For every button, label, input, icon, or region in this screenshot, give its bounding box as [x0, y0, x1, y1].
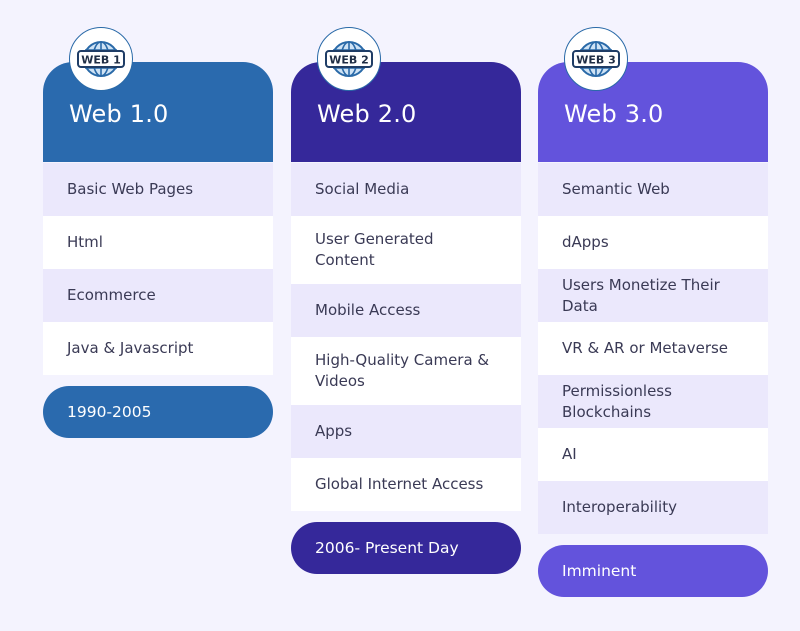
- web1-title: Web 1.0: [69, 100, 169, 128]
- web2-period-pill: 2006- Present Day: [291, 522, 521, 574]
- globe-web-icon: WEB 2: [325, 41, 373, 77]
- list-item: Basic Web Pages: [43, 163, 273, 216]
- list-item: Global Internet Access: [291, 458, 521, 511]
- list-item: Html: [43, 216, 273, 269]
- list-item: Social Media: [291, 163, 521, 216]
- web2-title: Web 2.0: [317, 100, 417, 128]
- globe-web-icon: WEB 1: [77, 41, 125, 77]
- list-item: AI: [538, 428, 768, 481]
- web2-badge: WEB 2: [317, 27, 381, 91]
- list-item: High-Quality Camera & Videos: [291, 337, 521, 405]
- web3-badge-label: WEB 3: [576, 54, 616, 67]
- list-item: Permissionless Blockchains: [538, 375, 768, 428]
- web1-feature-list: Basic Web Pages Html Ecommerce Java & Ja…: [43, 163, 273, 375]
- list-item: Users Monetize Their Data: [538, 269, 768, 322]
- web1-badge-label: WEB 1: [81, 54, 121, 67]
- globe-web-icon: WEB 3: [572, 41, 620, 77]
- list-item: VR & AR or Metaverse: [538, 322, 768, 375]
- list-item: Ecommerce: [43, 269, 273, 322]
- list-item: Apps: [291, 405, 521, 458]
- web3-feature-list: Semantic Web dApps Users Monetize Their …: [538, 163, 768, 534]
- list-item: Semantic Web: [538, 163, 768, 216]
- web3-title: Web 3.0: [564, 100, 664, 128]
- list-item: Java & Javascript: [43, 322, 273, 375]
- list-item: dApps: [538, 216, 768, 269]
- web3-period-pill: Imminent: [538, 545, 768, 597]
- list-item: Interoperability: [538, 481, 768, 534]
- list-item: User Generated Content: [291, 216, 521, 284]
- web3-badge: WEB 3: [564, 27, 628, 91]
- web2-badge-label: WEB 2: [329, 54, 369, 67]
- web1-badge: WEB 1: [69, 27, 133, 91]
- web2-feature-list: Social Media User Generated Content Mobi…: [291, 163, 521, 511]
- list-item: Mobile Access: [291, 284, 521, 337]
- web1-period-pill: 1990-2005: [43, 386, 273, 438]
